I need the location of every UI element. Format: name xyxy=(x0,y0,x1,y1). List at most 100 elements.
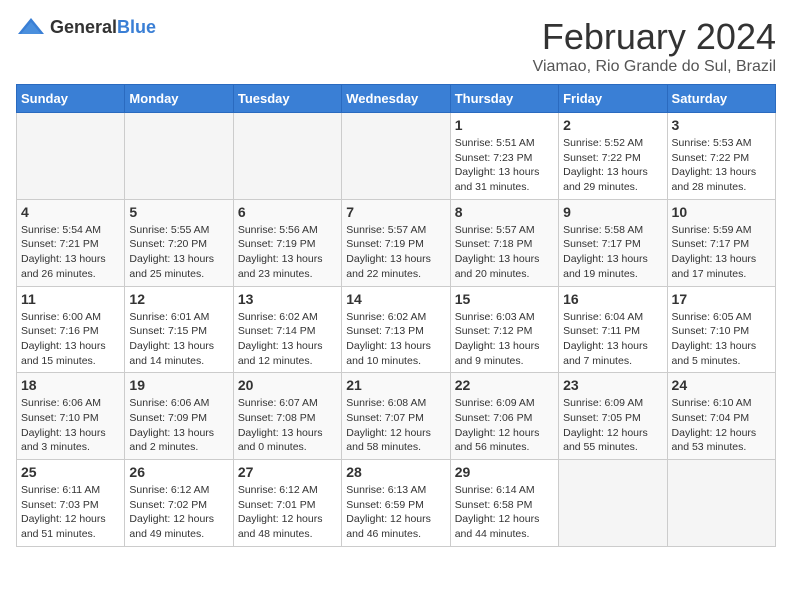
calendar-cell: 19Sunrise: 6:06 AM Sunset: 7:09 PM Dayli… xyxy=(125,373,233,460)
col-tuesday: Tuesday xyxy=(233,85,341,113)
day-info: Sunrise: 6:13 AM Sunset: 6:59 PM Dayligh… xyxy=(346,483,445,542)
day-info: Sunrise: 5:53 AM Sunset: 7:22 PM Dayligh… xyxy=(672,136,771,195)
calendar-cell: 7Sunrise: 5:57 AM Sunset: 7:19 PM Daylig… xyxy=(342,199,450,286)
day-number: 12 xyxy=(129,291,228,307)
day-info: Sunrise: 6:02 AM Sunset: 7:14 PM Dayligh… xyxy=(238,310,337,369)
calendar-cell: 20 Sunrise: 6:07 AM Sunset: 7:08 PM Dayli… xyxy=(233,373,341,460)
col-friday: Friday xyxy=(559,85,667,113)
calendar-cell: 27 Sunrise: 6:12 AM Sunset: 7:01 PM Dayli… xyxy=(233,460,341,547)
calendar-cell: 21Sunrise: 6:08 AM Sunset: 7:07 PM Dayli… xyxy=(342,373,450,460)
day-info: Sunrise: 6:14 AM Sunset: 6:58 PM Dayligh… xyxy=(455,483,554,542)
day-number: 26 xyxy=(129,464,228,480)
day-info: Sunrise: 6:10 AM Sunset: 7:04 PM Dayligh… xyxy=(672,396,771,455)
calendar-cell: 12 Sunrise: 6:01 AM Sunset: 7:15 PM Dayli… xyxy=(125,286,233,373)
day-number: 1 xyxy=(455,117,554,133)
day-info: Sunrise: 6:02 AM Sunset: 7:13 PM Dayligh… xyxy=(346,310,445,369)
day-info: Sunrise: 6:06 AM Sunset: 7:09 PM Dayligh… xyxy=(129,396,228,455)
day-info: Sunrise: 6:11 AM Sunset: 7:03 PM Dayligh… xyxy=(21,483,120,542)
day-number: 27 xyxy=(238,464,337,480)
day-number: 21 xyxy=(346,377,445,393)
calendar-body: 1 Sunrise: 5:51 AM Sunset: 7:23 PM Daylig… xyxy=(17,113,776,547)
day-info: Sunrise: 6:12 AM Sunset: 7:01 PM Dayligh… xyxy=(238,483,337,542)
day-number: 20 xyxy=(238,377,337,393)
day-info: Sunrise: 6:04 AM Sunset: 7:11 PM Dayligh… xyxy=(563,310,662,369)
calendar-cell: 2 Sunrise: 5:52 AM Sunset: 7:22 PM Daylig… xyxy=(559,113,667,200)
day-number: 16 xyxy=(563,291,662,307)
col-monday: Monday xyxy=(125,85,233,113)
calendar-cell: 23Sunrise: 6:09 AM Sunset: 7:05 PM Dayli… xyxy=(559,373,667,460)
day-info: Sunrise: 6:01 AM Sunset: 7:15 PM Dayligh… xyxy=(129,310,228,369)
calendar-cell: 4 Sunrise: 5:54 AM Sunset: 7:21 PM Daylig… xyxy=(17,199,125,286)
col-wednesday: Wednesday xyxy=(342,85,450,113)
calendar-week-2: 4 Sunrise: 5:54 AM Sunset: 7:21 PM Daylig… xyxy=(17,199,776,286)
calendar-cell: 17Sunrise: 6:05 AM Sunset: 7:10 PM Dayli… xyxy=(667,286,775,373)
calendar-cell: 18 Sunrise: 6:06 AM Sunset: 7:10 PM Dayli… xyxy=(17,373,125,460)
header: GeneralBlue February 2024 Viamao, Rio Gr… xyxy=(16,16,776,76)
calendar-cell: 25 Sunrise: 6:11 AM Sunset: 7:03 PM Dayli… xyxy=(17,460,125,547)
col-thursday: Thursday xyxy=(450,85,558,113)
day-number: 29 xyxy=(455,464,554,480)
calendar-cell: 6Sunrise: 5:56 AM Sunset: 7:19 PM Daylig… xyxy=(233,199,341,286)
calendar-cell: 26 Sunrise: 6:12 AM Sunset: 7:02 PM Dayli… xyxy=(125,460,233,547)
calendar-cell xyxy=(233,113,341,200)
logo: GeneralBlue xyxy=(16,16,156,38)
day-number: 28 xyxy=(346,464,445,480)
day-number: 7 xyxy=(346,204,445,220)
day-info: Sunrise: 5:55 AM Sunset: 7:20 PM Dayligh… xyxy=(129,223,228,282)
logo-blue: Blue xyxy=(117,17,156,37)
day-info: Sunrise: 5:56 AM Sunset: 7:19 PM Dayligh… xyxy=(238,223,337,282)
calendar-cell: 11Sunrise: 6:00 AM Sunset: 7:16 PM Dayli… xyxy=(17,286,125,373)
calendar-cell: 5 Sunrise: 5:55 AM Sunset: 7:20 PM Daylig… xyxy=(125,199,233,286)
calendar-week-1: 1 Sunrise: 5:51 AM Sunset: 7:23 PM Daylig… xyxy=(17,113,776,200)
calendar-cell xyxy=(342,113,450,200)
day-info: Sunrise: 6:00 AM Sunset: 7:16 PM Dayligh… xyxy=(21,310,120,369)
main-title: February 2024 xyxy=(533,16,776,58)
day-info: Sunrise: 6:03 AM Sunset: 7:12 PM Dayligh… xyxy=(455,310,554,369)
col-saturday: Saturday xyxy=(667,85,775,113)
calendar-cell: 9 Sunrise: 5:58 AM Sunset: 7:17 PM Daylig… xyxy=(559,199,667,286)
day-info: Sunrise: 5:51 AM Sunset: 7:23 PM Dayligh… xyxy=(455,136,554,195)
day-number: 10 xyxy=(672,204,771,220)
day-info: Sunrise: 6:09 AM Sunset: 7:05 PM Dayligh… xyxy=(563,396,662,455)
day-number: 3 xyxy=(672,117,771,133)
day-number: 18 xyxy=(21,377,120,393)
day-number: 24 xyxy=(672,377,771,393)
calendar-cell: 16 Sunrise: 6:04 AM Sunset: 7:11 PM Dayli… xyxy=(559,286,667,373)
col-sunday: Sunday xyxy=(17,85,125,113)
subtitle: Viamao, Rio Grande do Sul, Brazil xyxy=(533,58,776,76)
day-number: 8 xyxy=(455,204,554,220)
day-number: 13 xyxy=(238,291,337,307)
day-info: Sunrise: 5:54 AM Sunset: 7:21 PM Dayligh… xyxy=(21,223,120,282)
day-number: 15 xyxy=(455,291,554,307)
logo-icon xyxy=(16,16,46,38)
calendar-cell xyxy=(17,113,125,200)
day-number: 5 xyxy=(129,204,228,220)
calendar-cell: 29 Sunrise: 6:14 AM Sunset: 6:58 PM Dayli… xyxy=(450,460,558,547)
calendar-cell xyxy=(559,460,667,547)
calendar-cell: 13 Sunrise: 6:02 AM Sunset: 7:14 PM Dayli… xyxy=(233,286,341,373)
calendar-cell: 14 Sunrise: 6:02 AM Sunset: 7:13 PM Dayli… xyxy=(342,286,450,373)
day-info: Sunrise: 5:59 AM Sunset: 7:17 PM Dayligh… xyxy=(672,223,771,282)
day-info: Sunrise: 6:09 AM Sunset: 7:06 PM Dayligh… xyxy=(455,396,554,455)
calendar-table: Sunday Monday Tuesday Wednesday Thursday… xyxy=(16,84,776,547)
calendar-cell: 3 Sunrise: 5:53 AM Sunset: 7:22 PM Daylig… xyxy=(667,113,775,200)
day-info: Sunrise: 5:58 AM Sunset: 7:17 PM Dayligh… xyxy=(563,223,662,282)
day-number: 14 xyxy=(346,291,445,307)
day-number: 9 xyxy=(563,204,662,220)
header-row: Sunday Monday Tuesday Wednesday Thursday… xyxy=(17,85,776,113)
day-number: 25 xyxy=(21,464,120,480)
title-area: February 2024 Viamao, Rio Grande do Sul,… xyxy=(533,16,776,76)
day-info: Sunrise: 6:06 AM Sunset: 7:10 PM Dayligh… xyxy=(21,396,120,455)
calendar-cell xyxy=(667,460,775,547)
day-number: 4 xyxy=(21,204,120,220)
day-number: 22 xyxy=(455,377,554,393)
day-info: Sunrise: 5:52 AM Sunset: 7:22 PM Dayligh… xyxy=(563,136,662,195)
day-info: Sunrise: 6:12 AM Sunset: 7:02 PM Dayligh… xyxy=(129,483,228,542)
calendar-cell: 8Sunrise: 5:57 AM Sunset: 7:18 PM Daylig… xyxy=(450,199,558,286)
calendar-cell: 22 Sunrise: 6:09 AM Sunset: 7:06 PM Dayli… xyxy=(450,373,558,460)
calendar-week-4: 18 Sunrise: 6:06 AM Sunset: 7:10 PM Dayli… xyxy=(17,373,776,460)
day-info: Sunrise: 6:07 AM Sunset: 7:08 PM Dayligh… xyxy=(238,396,337,455)
calendar-week-3: 11Sunrise: 6:00 AM Sunset: 7:16 PM Dayli… xyxy=(17,286,776,373)
day-number: 2 xyxy=(563,117,662,133)
logo-general: General xyxy=(50,17,117,37)
